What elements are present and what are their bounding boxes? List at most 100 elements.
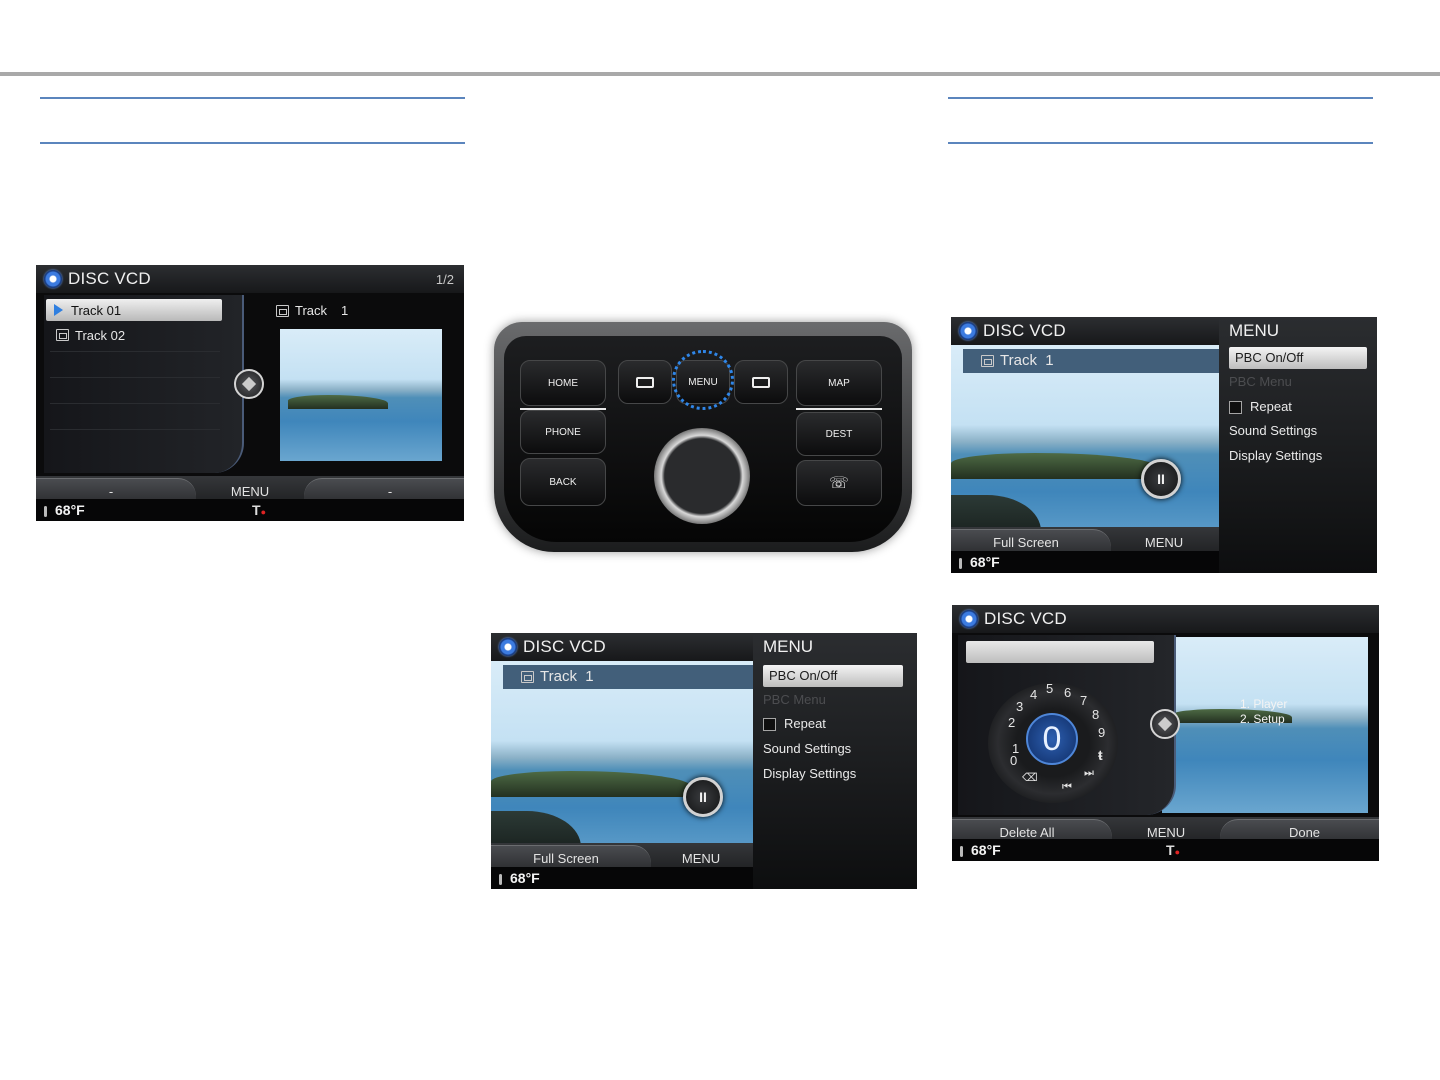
menu-item-sound-settings[interactable]: Sound Settings [1229,423,1317,438]
signal-letter: T [1166,842,1175,858]
voice-button[interactable]: ☏ [796,460,882,506]
track-banner: Track 1 [963,349,1221,373]
shoreline [288,395,388,409]
pause-button[interactable]: II [1141,459,1181,499]
menu-panel: MENU PBC On/Off PBC Menu Repeat Sound Se… [1219,317,1377,573]
menu-highlight-ring [672,350,734,410]
track-title: Track 1 [540,668,594,685]
pause-icon: II [699,789,707,805]
next-icon[interactable]: ⏭ [1084,767,1094,780]
signal-indicator: T● [1166,842,1180,858]
signal-indicator: T● [252,502,266,518]
scroll-knob[interactable] [234,369,264,399]
map-button[interactable]: MAP [796,360,882,406]
backspace-icon[interactable]: ⌫ [1022,771,1038,784]
track-row: Track 1 [981,352,1054,369]
now-playing-text: Track [295,303,328,318]
menu-item-display-settings[interactable]: Display Settings [1229,448,1322,463]
thermometer-icon [960,845,963,857]
section-rule [948,142,1373,144]
dial-digit[interactable]: 9 [1098,725,1105,740]
list-item[interactable]: Track 01 [54,301,121,319]
menu-title: MENU [763,637,814,656]
shoreline [951,453,1161,479]
voice-icon: ☏ [828,475,849,492]
menu-item-display-settings[interactable]: Display Settings [763,766,856,781]
dial-value: 0 [1026,713,1078,765]
scroll-knob[interactable] [1150,709,1180,739]
phone-button[interactable]: PHONE [520,410,606,454]
dial-digit[interactable]: 4 [1030,687,1037,702]
menu-item-pbc-menu: PBC Menu [763,692,826,707]
screen-title: DISC VCD [983,321,1066,340]
dest-button[interactable]: DEST [796,412,882,456]
menu-item-sound-settings[interactable]: Sound Settings [763,741,851,756]
control-console: HOME PHONE BACK MENU MAP DEST ☏ [494,322,912,562]
title-bar: DISC VCD 1/2 [36,265,464,293]
now-playing-label: Track 1 [276,303,348,318]
disc-icon [960,610,978,628]
jog-dial[interactable] [654,428,750,524]
screen-title: DISC VCD [523,637,606,656]
menu-item-pbc-onoff[interactable]: PBC On/Off [1229,347,1367,369]
previous-icon[interactable]: ⏮ [1062,781,1072,794]
signal-dot-icon: ● [260,507,266,517]
track-banner: Track 1 [503,665,757,689]
disc-icon [44,270,62,288]
repeat-checkbox[interactable] [1229,401,1242,415]
menu-item-pbc-onoff[interactable]: PBC On/Off [763,665,903,687]
repeat-label: Repeat [784,716,826,731]
dial-digit[interactable]: 2 [1008,715,1015,730]
light-bar [796,408,882,410]
shoreline [491,771,691,797]
list-divider [50,377,220,378]
list-divider [50,351,220,352]
menu-item-repeat[interactable]: Repeat [763,716,826,732]
pause-button[interactable]: II [683,777,723,817]
status-bar: 68°F [491,867,753,889]
dial-digit[interactable]: 3 [1016,699,1023,714]
shift-icon[interactable]: ŧ [1098,747,1103,763]
screen-right-button[interactable] [734,360,788,404]
dial-digit[interactable]: 5 [1046,681,1053,696]
number-input-field[interactable] [966,641,1154,663]
dial-digit[interactable]: 6 [1064,685,1071,700]
home-button[interactable]: HOME [520,360,606,406]
video-file-icon [521,670,534,683]
repeat-checkbox[interactable] [763,718,776,732]
dial-digit[interactable]: 7 [1080,693,1087,708]
disc-vcd-menu-screen: DISC VCD Track 1 II MENU PBC On/Off PBC … [951,317,1377,573]
list-divider [50,429,220,430]
disc-icon [959,322,977,340]
diamond-icon [241,376,257,392]
option-setup[interactable]: 2. Setup [1240,712,1287,727]
diamond-icon [1157,716,1173,732]
back-button[interactable]: BACK [520,458,606,506]
list-item[interactable]: Track 02 [56,326,125,344]
title-bar: DISC VCD [951,317,1223,345]
temperature: 68°F [510,870,540,886]
screen-icon [636,376,654,388]
video-frame [951,345,1223,555]
video-file-icon [981,354,994,367]
screen-title: DISC VCD [984,609,1067,628]
light-bar [520,408,606,410]
thermometer-icon [44,505,47,517]
temperature: 68°F [971,842,1001,858]
track-list: Track 01 Track 02 [44,295,244,473]
section-rule [40,142,465,144]
screen-icon [752,376,770,388]
list-divider [50,403,220,404]
screen-left-button[interactable] [618,360,672,404]
menu-panel: MENU PBC On/Off PBC Menu Repeat Sound Se… [753,633,917,889]
section-rule [40,97,465,99]
menu-item-repeat[interactable]: Repeat [1229,399,1292,415]
menu-item-pbc-menu: PBC Menu [1229,374,1292,389]
dial-digit[interactable]: 0 [1010,753,1017,768]
disc-vcd-list-screen: DISC VCD 1/2 Track 01 Track 02 Track 1 -… [36,265,464,521]
video-file-icon [56,329,69,341]
option-player[interactable]: 1. Player [1240,697,1287,712]
status-bar: 68°F [951,551,1219,573]
menu-title: MENU [1229,321,1280,340]
dial-digit[interactable]: 8 [1092,707,1099,722]
